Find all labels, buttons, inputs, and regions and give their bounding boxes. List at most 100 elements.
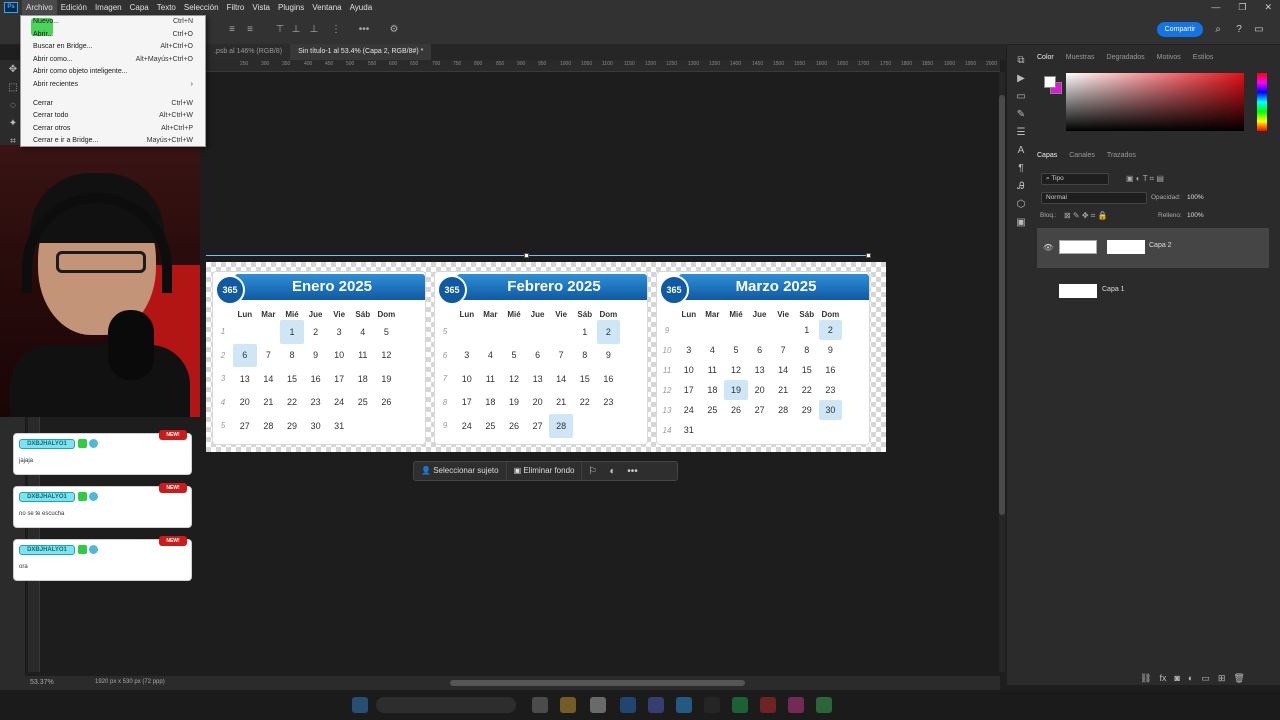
zoom-level[interactable]: 53.37% [30,679,54,686]
align-bottom-icon[interactable]: ⊥ [308,24,320,36]
horizontal-scrollbar[interactable] [450,680,745,686]
distribute-icon[interactable]: ⋮ [330,24,342,36]
task-view-icon[interactable] [532,697,548,713]
align-middle-icon[interactable]: ⊥ [290,24,302,36]
marquee-tool-icon[interactable]: ⬚ [5,80,21,96]
tab-degradados[interactable]: Degradados [1107,54,1145,61]
3d-icon[interactable]: ⬡ [1014,198,1028,212]
app-pink-icon[interactable] [788,697,804,713]
document-canvas[interactable]: 365 Enero 2025 Lun Mar Mié Jue Vie Sáb Dom 1 1 2 3 4 5… [206,262,886,452]
menu-edicion[interactable]: Edición [57,0,91,15]
minimize-icon[interactable]: — [1211,0,1220,15]
fill-value[interactable]: 100% [1187,212,1204,219]
search-icon[interactable]: ⌕ [1212,24,1224,36]
close-icon[interactable]: ✕ [1264,0,1272,15]
menu-item-cerrar-ir-bridge[interactable]: Cerrar e ir a Bridge... Mayús+Ctrl+W [21,135,205,148]
menu-imagen[interactable]: Imagen [91,0,126,15]
comment-icon[interactable]: ▭ [1014,90,1028,104]
hue-slider[interactable] [1257,73,1267,131]
adjust-icon[interactable]: ☰ [1014,126,1028,140]
move-tool-icon[interactable]: ✥ [5,62,21,78]
brush-icon[interactable]: ✎ [1014,108,1028,122]
app-red-icon[interactable] [760,697,776,713]
menu-item-abrir-como[interactable]: Abrir como... Alt+Mayús+Ctrl+O [21,54,205,67]
align-top-icon[interactable]: ⊤ [274,24,286,36]
remove-background-button[interactable]: ▣ Eliminar fondo [507,462,583,480]
blend-mode-select[interactable]: Normal [1041,192,1147,204]
adjustment-icon[interactable]: ◐ [1188,673,1193,684]
gear-icon[interactable]: ⚙ [388,24,400,36]
link-icon[interactable]: ⛓ [1140,673,1151,684]
menu-ayuda[interactable]: Ayuda [346,0,377,15]
menu-item-abrir-objeto-inteligente[interactable]: Abrir como objeto inteligente... [21,66,205,79]
spotify-icon[interactable] [732,697,748,713]
taskbar-search[interactable] [376,697,516,713]
menu-ventana[interactable]: Ventana [308,0,345,15]
tab-capas[interactable]: Capas [1037,152,1057,159]
menu-vista[interactable]: Vista [248,0,274,15]
menu-seleccion[interactable]: Selección [180,0,223,15]
menu-item-cerrar-todo[interactable]: Cerrar todo Alt+Ctrl+W [21,110,205,123]
menu-capa[interactable]: Capa [126,0,153,15]
visibility-eye-icon[interactable]: 👁 [1043,243,1053,252]
menu-archivo[interactable]: Archivo [22,0,57,15]
trash-icon[interactable]: 🗑 [1233,673,1244,684]
new-layer-icon[interactable]: ⊞ [1218,673,1226,684]
opacity-value[interactable]: 100% [1187,194,1204,201]
tab-psb-document[interactable]: .psb al 146% (RGB/8) [206,44,291,60]
paragraph-icon[interactable]: ¶ [1014,162,1028,176]
menu-item-buscar-bridge[interactable]: Buscar en Bridge... Alt+Ctrl+O [21,41,205,54]
app-green-icon[interactable] [816,697,832,713]
tab-trazados[interactable]: Trazados [1107,152,1136,159]
help-icon[interactable]: ? [1233,24,1245,36]
mask-icon[interactable]: ◙ [1174,673,1179,684]
history-icon[interactable]: ⧉ [1014,54,1028,68]
layer-row-capa-1[interactable]: Capa 1 [1037,272,1269,312]
menu-item-abrir[interactable]: Abrir... Ctrl+O [21,29,205,42]
align-icon[interactable]: ≡ [226,24,238,36]
menu-filtro[interactable]: Filtro [223,0,249,15]
play-icon[interactable]: ▶ [1014,72,1028,86]
menu-item-cerrar[interactable]: Cerrar Ctrl+W [21,98,205,111]
explorer-icon[interactable] [560,697,576,713]
more-icon[interactable]: ••• [622,466,642,477]
flag-icon[interactable]: ⚐ [582,466,602,477]
lasso-tool-icon[interactable]: ◌ [5,98,21,114]
app-icon[interactable] [590,697,606,713]
fx-icon[interactable]: fx [1159,673,1166,684]
glyph-icon[interactable]: Ꭿ [1014,180,1028,194]
character-icon[interactable]: A [1014,144,1028,158]
discord-icon[interactable] [648,697,664,713]
start-icon[interactable] [352,697,368,713]
edge-icon[interactable] [620,697,636,713]
layer-row-capa-2[interactable]: 👁 Capa 2 [1037,228,1269,268]
tab-sin-titulo[interactable]: Sin título-1 al 53.4% (Capa 2, RGB/8#) * [290,44,432,60]
tab-motivos[interactable]: Motivos [1157,54,1181,61]
menu-item-nuevo[interactable]: Nuevo... Ctrl+N [21,16,205,29]
transform-handle[interactable] [866,253,871,258]
workspace-icon[interactable]: ▭ [1253,24,1265,36]
select-subject-button[interactable]: 👤 Seleccionar sujeto [414,462,507,480]
transform-handle[interactable] [524,253,529,258]
image-icon[interactable]: ▣ [1014,216,1028,230]
lock-icons[interactable]: ⊠ ✎ ✥ ⌗ 🔒 [1064,211,1107,221]
tab-color[interactable]: Color [1037,54,1054,61]
maximize-icon[interactable]: ❐ [1238,0,1246,15]
vertical-scroll-thumb[interactable] [999,95,1005,515]
filter-icons[interactable]: ▣ ◐ T ⌗ ▤ [1126,174,1164,184]
menu-texto[interactable]: Texto [153,0,180,15]
magic-wand-icon[interactable]: ✦ [5,116,21,132]
menu-item-cerrar-otros[interactable]: Cerrar otros Alt+Ctrl+P [21,123,205,136]
tab-estilos[interactable]: Estilos [1193,54,1214,61]
foreground-color-swatch[interactable] [1044,76,1056,88]
menu-plugins[interactable]: Plugins [274,0,308,15]
align-center-icon[interactable]: ≡ [244,24,256,36]
color-picker-field[interactable] [1066,73,1244,131]
share-button[interactable]: Compartir [1157,22,1203,37]
tab-muestras[interactable]: Muestras [1066,54,1095,61]
tab-canales[interactable]: Canales [1069,152,1095,159]
menu-item-abrir-recientes[interactable]: Abrir recientes › [21,79,205,92]
obs-icon[interactable] [704,697,720,713]
more-options-icon[interactable]: ••• [358,24,370,36]
contrast-icon[interactable]: ◐ [602,466,622,477]
